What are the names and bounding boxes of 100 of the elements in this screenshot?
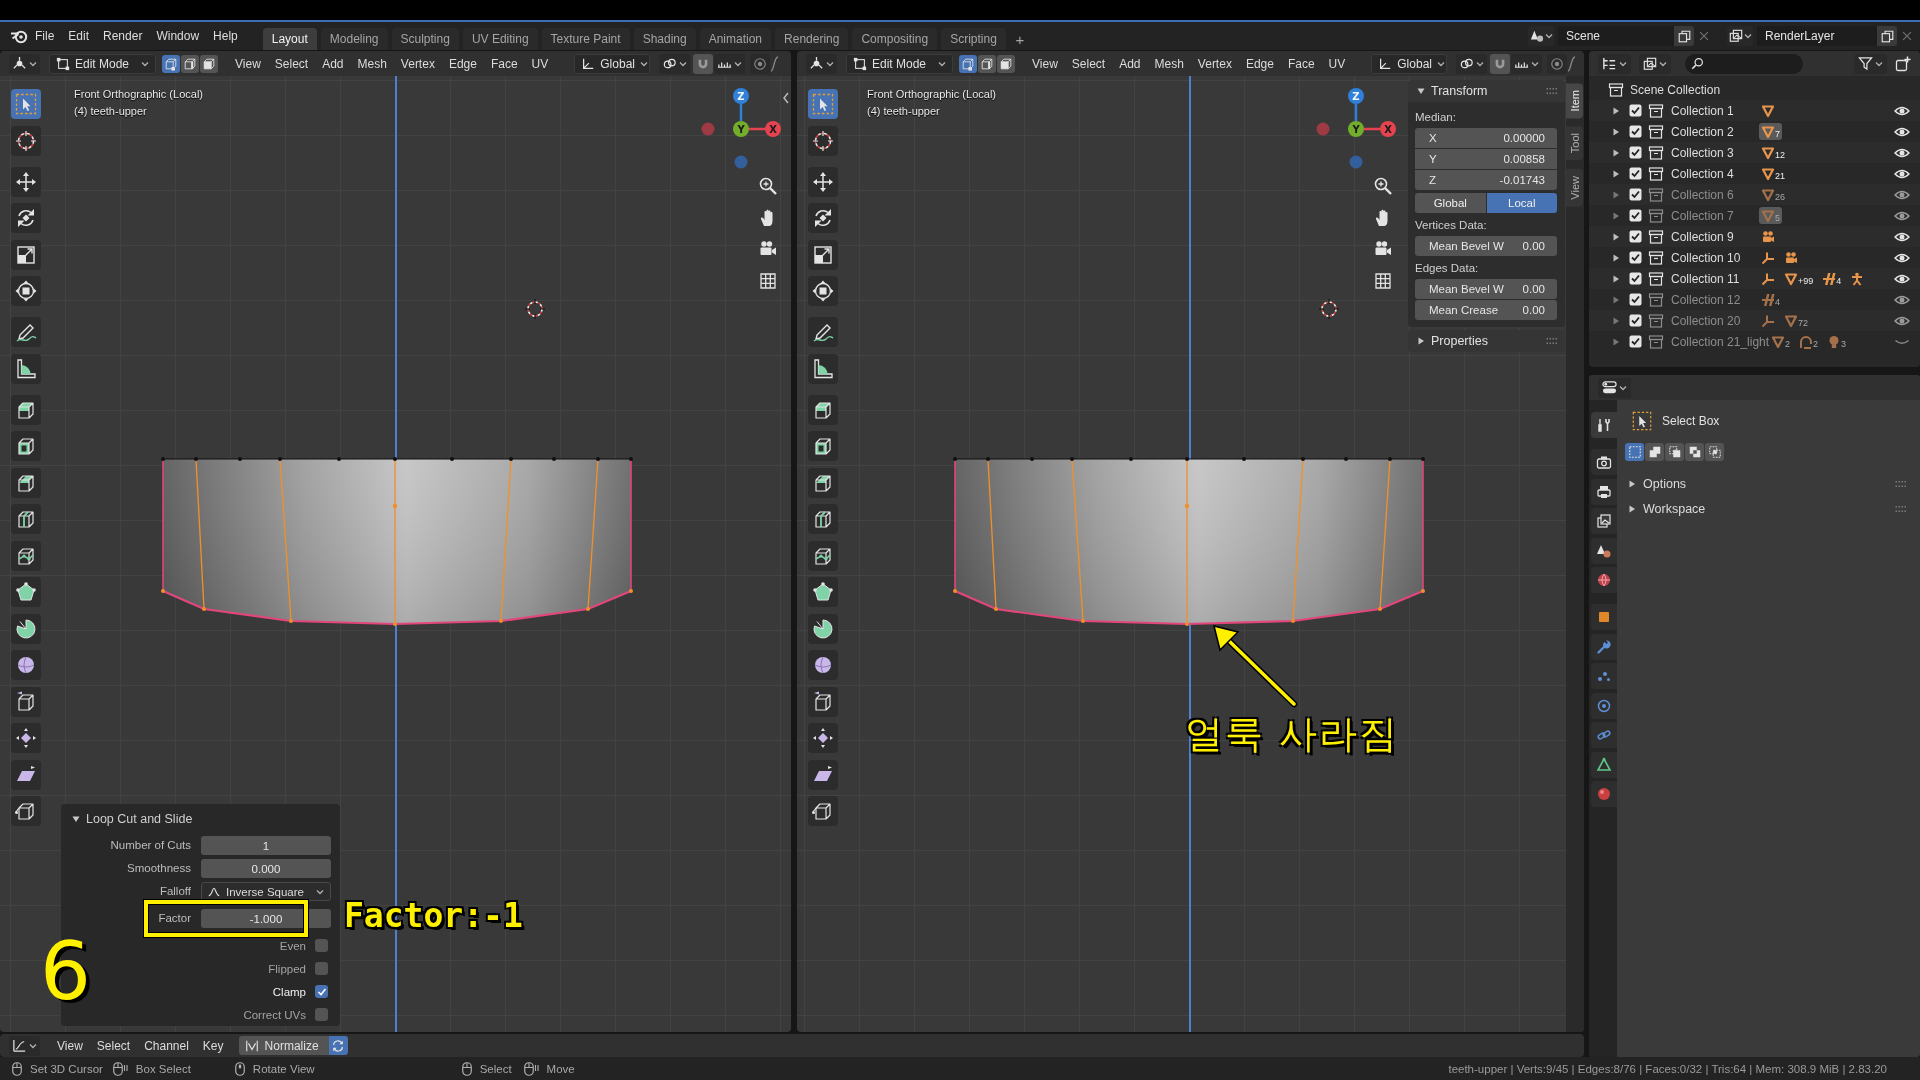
vertex-select-button[interactable] (162, 54, 180, 73)
scene-browse-button[interactable] (1528, 26, 1554, 46)
search-field[interactable] (1685, 53, 1803, 74)
tool-button[interactable] (11, 759, 41, 790)
menu-item[interactable]: Key (198, 1035, 228, 1056)
falloff-dropdown[interactable]: Inverse Square (201, 882, 331, 901)
tool-button[interactable] (11, 89, 41, 119)
close-icon[interactable] (1697, 29, 1711, 43)
menu-item[interactable]: Vertex (1193, 53, 1236, 74)
editor-type-button[interactable] (806, 53, 837, 74)
vertex-select-button[interactable] (959, 54, 977, 73)
workspace-tab[interactable]: UV Editing (462, 28, 538, 50)
tool-button[interactable] (11, 239, 41, 270)
object-button[interactable]: 21 (1759, 165, 1787, 182)
exclude-checkbox[interactable] (1629, 167, 1642, 180)
properties-tab[interactable] (1591, 412, 1617, 438)
number-field[interactable]: Mean Crease 0.00 (1415, 300, 1557, 320)
proportional-editing-toggle[interactable] (1547, 53, 1568, 74)
tool-button[interactable] (808, 276, 838, 306)
tool-button[interactable] (11, 467, 41, 498)
number-field[interactable]: Mean Bevel W 0.00 (1415, 279, 1557, 299)
zoom-icon[interactable] (1372, 175, 1394, 197)
checkbox[interactable] (315, 939, 328, 952)
number-field[interactable]: 0.000 (201, 859, 331, 878)
tool-button[interactable] (808, 394, 838, 425)
tool-button[interactable] (808, 723, 838, 753)
menu-item[interactable]: View (53, 1035, 87, 1056)
properties-tab[interactable] (1591, 449, 1617, 475)
menu-item[interactable]: Select (270, 53, 313, 74)
workspace-tab[interactable]: Texture Paint (541, 28, 630, 50)
filter-button[interactable] (1854, 53, 1887, 74)
orientation-dropdown[interactable]: Global (574, 53, 651, 74)
falloff-curve-icon[interactable] (770, 55, 780, 72)
copy-button[interactable] (1877, 26, 1897, 46)
tool-button[interactable] (11, 353, 41, 384)
close-icon[interactable] (1900, 29, 1914, 43)
selection-mode-button[interactable] (1645, 443, 1664, 461)
tool-button[interactable] (808, 650, 838, 680)
panel-header[interactable]: Properties (1408, 330, 1565, 352)
properties-tab[interactable] (1591, 508, 1617, 534)
properties-tab[interactable] (1591, 604, 1617, 630)
exclude-checkbox[interactable] (1629, 335, 1642, 348)
tool-button[interactable] (808, 467, 838, 498)
object-button[interactable]: 7 (1759, 123, 1782, 140)
exclude-checkbox[interactable] (1629, 272, 1642, 285)
menu-item[interactable]: UV (1324, 53, 1350, 74)
number-field[interactable]: -1.000 (201, 909, 331, 928)
expand-arrow-icon[interactable] (1612, 295, 1620, 304)
selection-mode-button[interactable] (1705, 443, 1724, 461)
exclude-checkbox[interactable] (1629, 125, 1642, 138)
menu-item[interactable]: Vertex (396, 53, 439, 74)
expand-arrow-icon[interactable] (1612, 106, 1620, 115)
mode-dropdown[interactable]: Edit Mode (846, 53, 953, 74)
negative-x-axis-dot[interactable] (701, 122, 715, 136)
edge-select-button[interactable] (181, 54, 199, 73)
tool-button[interactable] (11, 796, 41, 826)
menu-item[interactable]: Help (206, 25, 245, 47)
object-button[interactable]: 4 (1759, 291, 1782, 308)
pivot-button[interactable] (1456, 53, 1488, 74)
tool-button[interactable] (808, 353, 838, 384)
tool-button[interactable] (808, 540, 838, 571)
tool-button[interactable] (808, 504, 838, 534)
expand-arrow-icon[interactable] (1612, 127, 1620, 136)
y-axis-handle[interactable]: Y (1348, 121, 1364, 137)
workspace-tab[interactable]: Shading (633, 28, 696, 50)
sidebar-tab[interactable]: Item (1566, 83, 1583, 119)
face-select-button[interactable] (200, 54, 218, 73)
menu-item[interactable]: Add (1115, 53, 1145, 74)
tool-button[interactable] (11, 577, 41, 607)
tool-button[interactable] (11, 166, 41, 197)
z-axis-handle[interactable]: Z (733, 88, 749, 121)
tool-button[interactable] (11, 431, 41, 461)
menu-item[interactable]: UV (527, 53, 553, 74)
tool-button[interactable] (808, 613, 838, 644)
workspace-tab[interactable]: Layout (262, 28, 317, 50)
menu-item[interactable]: Edge (1241, 53, 1278, 74)
tool-button[interactable] (808, 317, 838, 347)
menu-item[interactable]: Edge (444, 53, 481, 74)
outliner-row[interactable]: Collection 20 72 (1589, 310, 1920, 331)
expand-arrow-icon[interactable] (1612, 211, 1620, 220)
number-field[interactable]: Mean Bevel W 0.00 (1415, 236, 1557, 256)
snap-toggle[interactable] (1490, 53, 1511, 74)
properties-tab[interactable] (1591, 537, 1617, 564)
snap-target-button[interactable] (714, 53, 746, 74)
snap-toggle[interactable] (693, 53, 714, 74)
proportional-editing-toggle[interactable] (750, 53, 771, 74)
object-button[interactable]: 2 (1797, 333, 1821, 350)
exclude-checkbox[interactable] (1629, 188, 1642, 201)
tool-button[interactable] (11, 613, 41, 644)
z-axis-handle[interactable]: Z (1348, 88, 1364, 121)
negative-z-axis-dot[interactable] (1349, 155, 1363, 169)
menu-item[interactable]: View (1028, 53, 1062, 74)
number-field[interactable]: 1 (201, 836, 331, 855)
selection-mode-button[interactable] (1685, 443, 1704, 461)
menu-item[interactable]: Render (96, 25, 150, 47)
object-button[interactable]: 12 (1759, 144, 1787, 161)
tool-button[interactable] (11, 125, 41, 156)
outliner-row[interactable]: Collection 9 (1589, 226, 1920, 247)
add-workspace-button[interactable]: + (1009, 28, 1030, 50)
expand-arrow-icon[interactable] (1612, 232, 1620, 241)
